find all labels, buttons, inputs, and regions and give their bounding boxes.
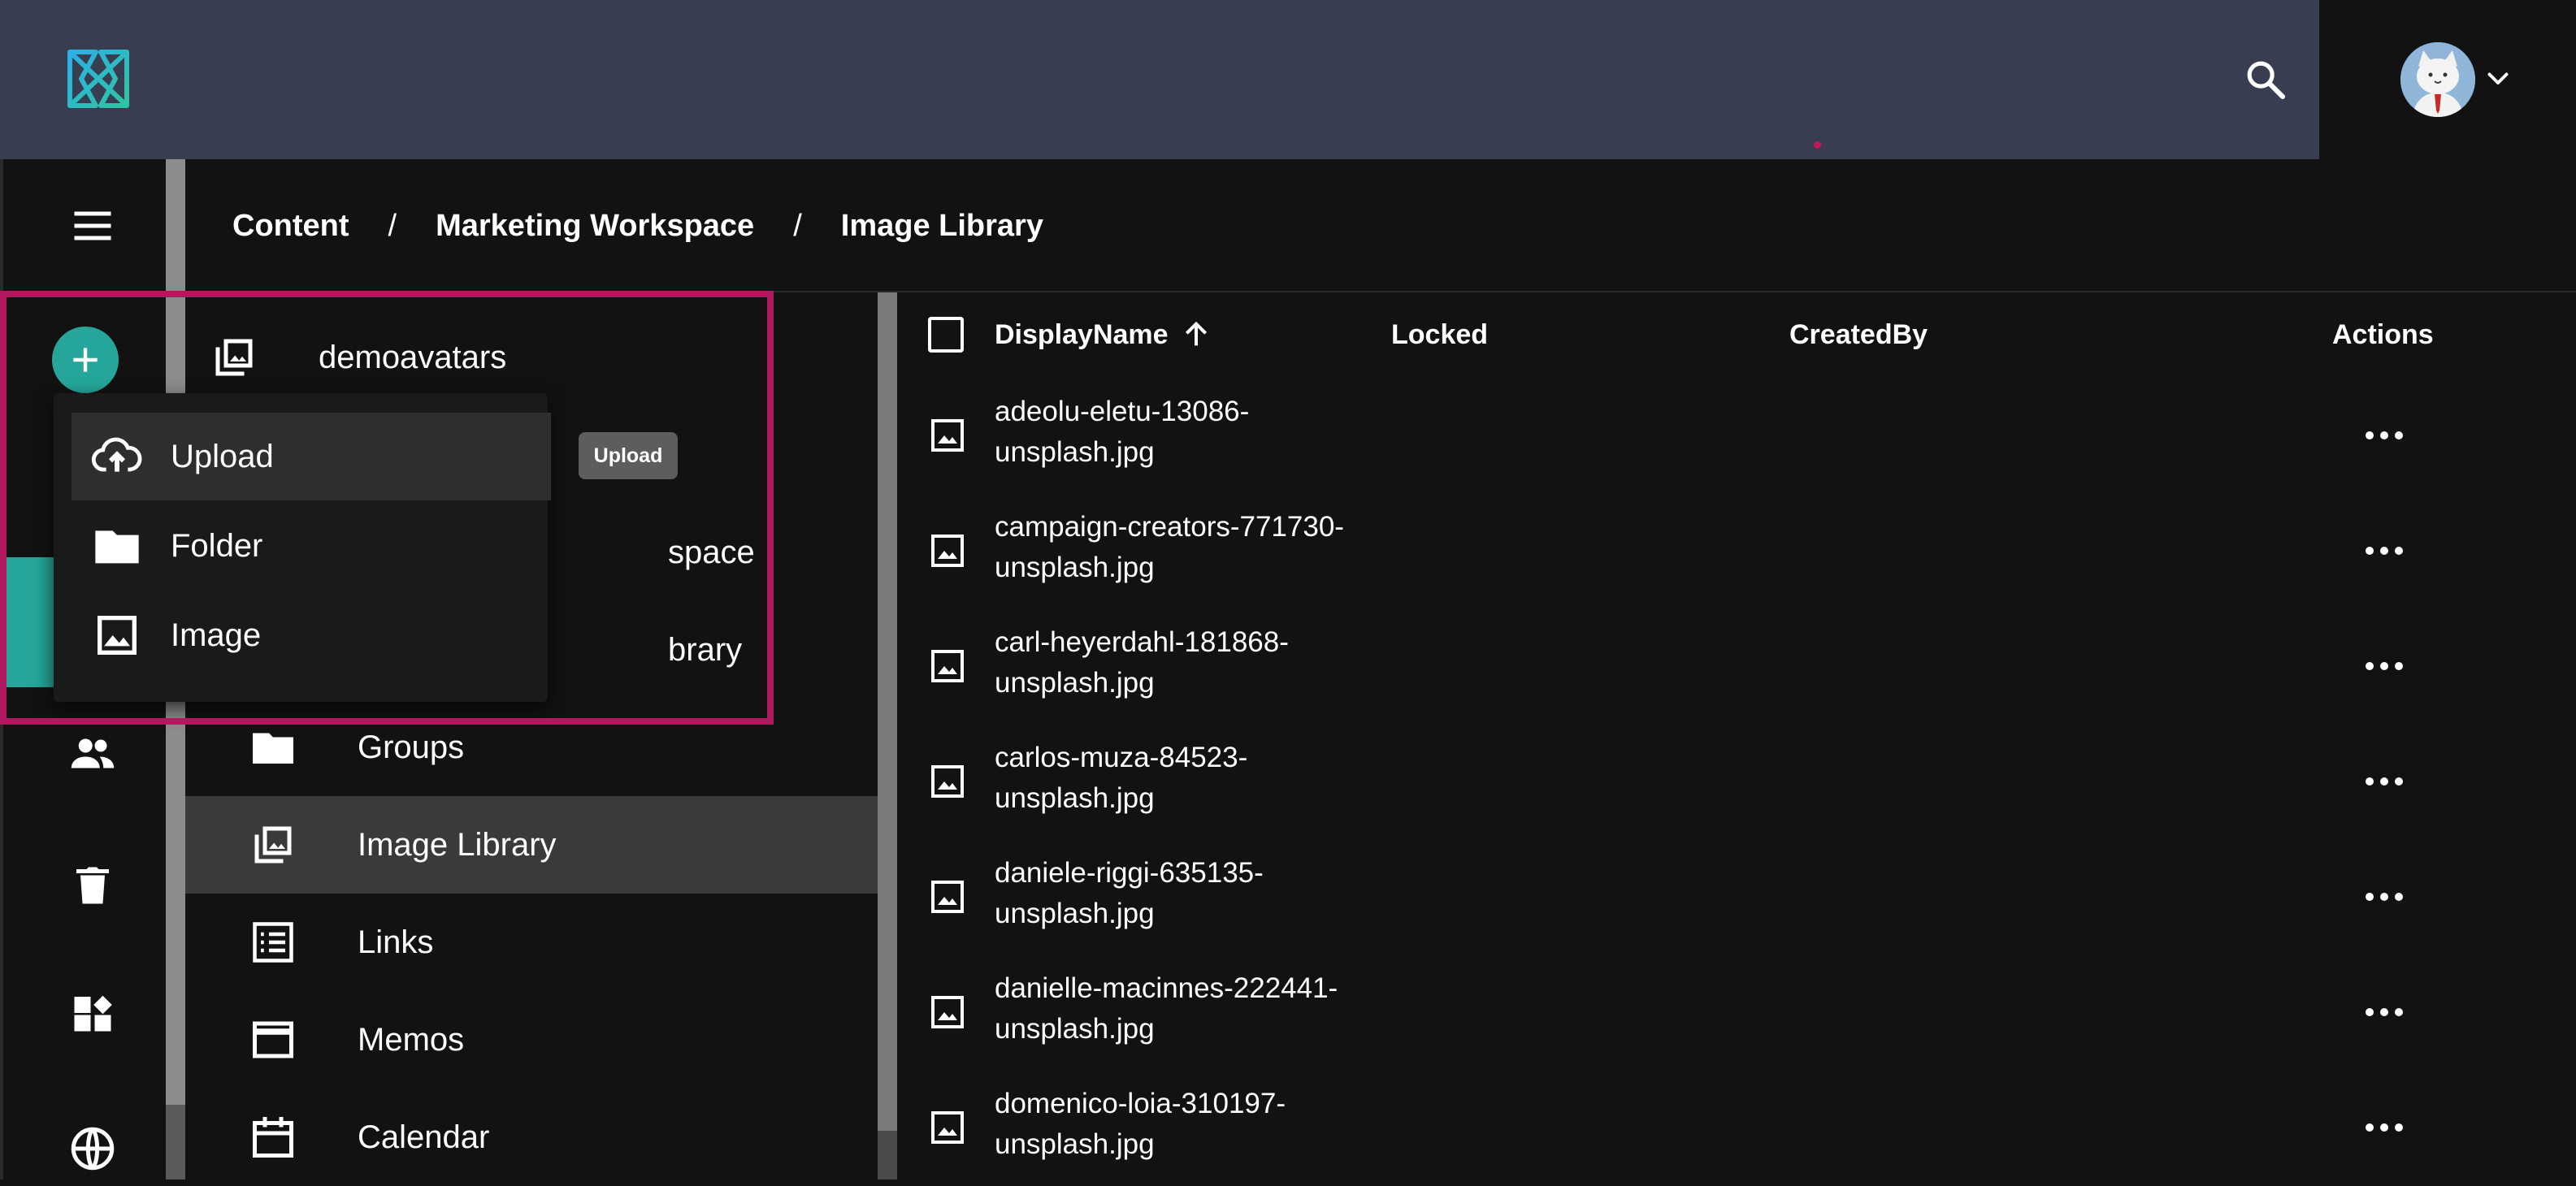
- breadcrumb-item-content[interactable]: Content: [232, 209, 349, 244]
- file-name-cell[interactable]: danielle-macinnes-222441- unsplash.jpg: [995, 968, 1368, 1050]
- menu-item-upload[interactable]: Upload: [72, 413, 551, 500]
- widgets-icon[interactable]: [68, 993, 117, 1041]
- add-icon[interactable]: [52, 327, 119, 393]
- menu-item-folder[interactable]: Folder: [72, 502, 551, 590]
- file-name-line: unsplash.jpg: [995, 1013, 1155, 1045]
- image-file-icon: [928, 762, 967, 801]
- breadcrumb: Content / Marketing Workspace / Image Li…: [232, 201, 1043, 250]
- tree-item-image-library[interactable]: Image Library: [185, 796, 878, 894]
- file-name-line: unsplash.jpg: [995, 1128, 1155, 1160]
- list-icon: [249, 918, 297, 967]
- trash-icon[interactable]: [68, 861, 117, 910]
- file-name-cell[interactable]: daniele-riggi-635135- unsplash.jpg: [995, 853, 1368, 934]
- more-actions-icon[interactable]: [2360, 656, 2409, 676]
- cat-avatar-icon[interactable]: [2400, 42, 2475, 117]
- file-name-cell[interactable]: carlos-muza-84523- unsplash.jpg: [995, 738, 1368, 819]
- select-all-checkbox[interactable]: [928, 317, 964, 353]
- tree-item-demoavatars[interactable]: demoavatars: [185, 309, 878, 406]
- menu-item-image[interactable]: Image: [72, 591, 551, 679]
- image-file-icon: [928, 1108, 967, 1147]
- rail-scrollbar-thumb[interactable]: [166, 1105, 185, 1180]
- globe-icon[interactable]: [68, 1124, 117, 1173]
- image-file-icon: [928, 416, 967, 455]
- file-name-line: danielle-macinnes-222441-: [995, 972, 1338, 1004]
- file-name-line: unsplash.jpg: [995, 782, 1155, 814]
- people-icon[interactable]: [68, 729, 117, 778]
- more-actions-icon[interactable]: [2360, 1002, 2409, 1022]
- tree-item-calendar[interactable]: Calendar: [185, 1089, 878, 1186]
- brand-logo-icon[interactable]: [63, 42, 133, 115]
- chevron-down-icon[interactable]: [2483, 63, 2513, 93]
- image-library-icon: [210, 333, 258, 382]
- file-name-line: domenico-loia-310197-: [995, 1088, 1286, 1119]
- file-name-cell[interactable]: campaign-creators-771730- unsplash.jpg: [995, 507, 1368, 588]
- more-actions-icon[interactable]: [2360, 772, 2409, 791]
- file-name-line: unsplash.jpg: [995, 552, 1155, 583]
- image-icon: [91, 609, 143, 661]
- image-file-icon: [928, 647, 967, 686]
- more-actions-icon[interactable]: [2360, 887, 2409, 907]
- active-rail-indicator: [0, 557, 57, 687]
- file-name-line: campaign-creators-771730-: [995, 511, 1344, 543]
- column-header-locked[interactable]: Locked: [1391, 312, 1488, 357]
- image-library-icon: [249, 820, 297, 869]
- tree-item-memos[interactable]: Memos: [185, 991, 878, 1089]
- folder-icon: [249, 723, 297, 772]
- file-name-cell[interactable]: domenico-loia-310197- unsplash.jpg: [995, 1084, 1368, 1165]
- file-name-cell[interactable]: adeolu-eletu-13086- unsplash.jpg: [995, 392, 1368, 473]
- column-header-displayname[interactable]: DisplayName: [995, 312, 1212, 357]
- tree-scrollbar[interactable]: [878, 292, 897, 1180]
- file-name-line: unsplash.jpg: [995, 436, 1155, 468]
- file-name-line: adeolu-eletu-13086-: [995, 396, 1250, 427]
- image-file-icon: [928, 877, 967, 916]
- breadcrumb-item-current: Image Library: [840, 208, 1043, 243]
- more-actions-icon[interactable]: [2360, 426, 2409, 445]
- file-name-line: carl-heyerdahl-181868-: [995, 626, 1289, 658]
- cloud-upload-icon: [91, 431, 143, 483]
- search-icon[interactable]: [2243, 57, 2288, 102]
- tree-scrollbar-thumb[interactable]: [878, 1131, 897, 1180]
- tree-item-links[interactable]: Links: [185, 894, 878, 991]
- upload-tooltip: Upload: [579, 432, 678, 479]
- top-header-bar: [0, 0, 2319, 159]
- breadcrumb-item-workspace[interactable]: Marketing Workspace: [436, 209, 754, 244]
- breadcrumb-separator: /: [388, 208, 397, 243]
- more-actions-icon[interactable]: [2360, 541, 2409, 561]
- file-name-cell[interactable]: carl-heyerdahl-181868- unsplash.jpg: [995, 622, 1368, 703]
- file-name-line: unsplash.jpg: [995, 898, 1155, 929]
- cursor-dot: [1814, 141, 1821, 149]
- file-name-line: carlos-muza-84523-: [995, 742, 1248, 773]
- arrow-up-icon: [1180, 318, 1212, 351]
- tree-item-groups[interactable]: Groups: [185, 699, 878, 796]
- file-name-line: daniele-riggi-635135-: [995, 857, 1264, 889]
- hamburger-menu-icon[interactable]: [68, 201, 117, 250]
- column-header-actions: Actions: [2332, 319, 2434, 350]
- calendar-icon: [249, 1113, 297, 1162]
- window-icon: [249, 1015, 297, 1064]
- breadcrumb-separator: /: [793, 208, 802, 243]
- column-header-createdby[interactable]: CreatedBy: [1789, 312, 1928, 357]
- image-file-icon: [928, 993, 967, 1032]
- image-file-icon: [928, 531, 967, 570]
- file-name-line: unsplash.jpg: [995, 667, 1155, 699]
- more-actions-icon[interactable]: [2360, 1118, 2409, 1137]
- folder-icon: [91, 520, 143, 572]
